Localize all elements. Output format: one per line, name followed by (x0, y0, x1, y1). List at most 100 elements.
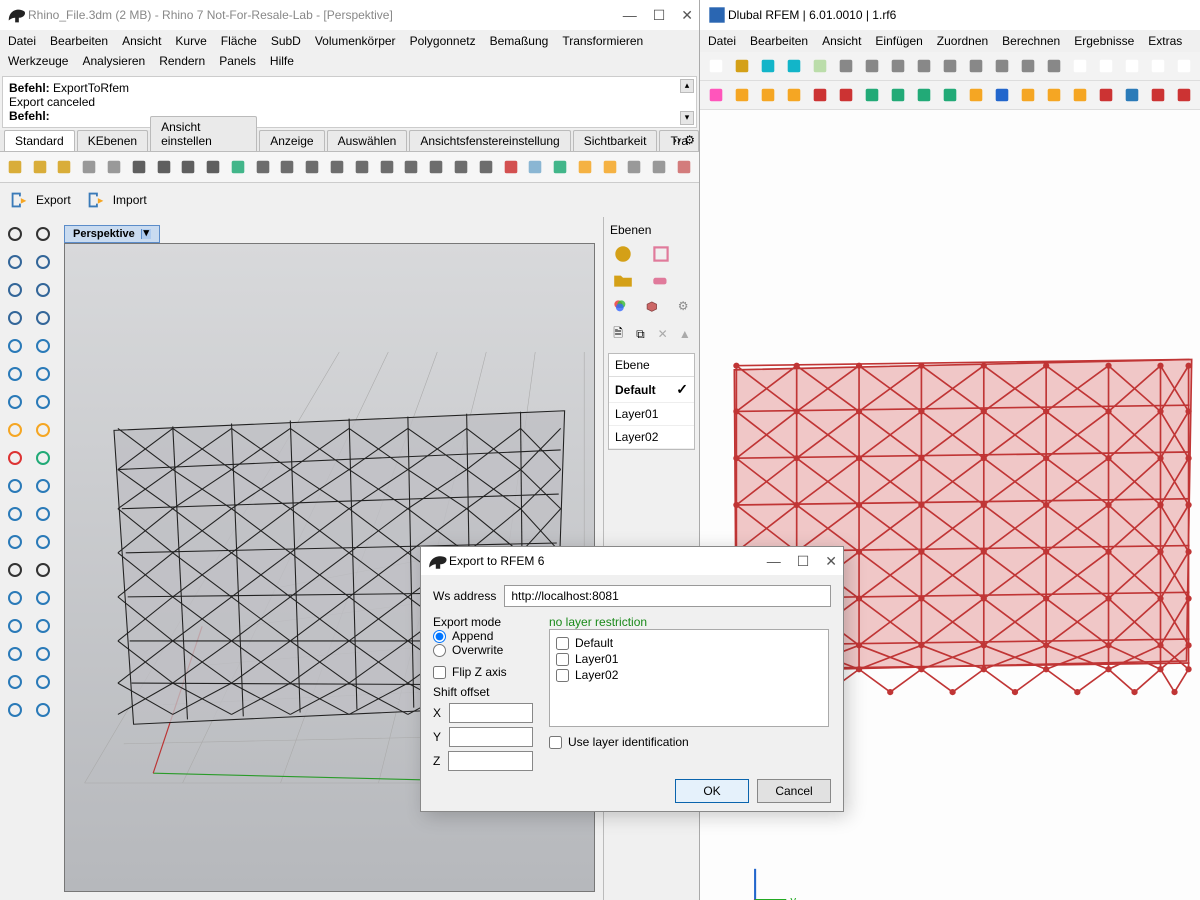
rfem-toolbar-icon[interactable] (1120, 83, 1144, 107)
rfem-toolbar-icon[interactable] (1042, 83, 1066, 107)
rfem-toolbar-icon[interactable] (886, 83, 910, 107)
rfem-toolbar-icon[interactable] (808, 54, 832, 78)
toolbar-icon[interactable] (574, 155, 596, 179)
mode-append-radio[interactable]: Append (433, 629, 533, 643)
layer-color-icon[interactable] (612, 243, 634, 265)
menu-item[interactable]: Zuordnen (937, 34, 988, 48)
toolbar-icon[interactable] (128, 155, 150, 179)
layer-row[interactable]: Layer01 (609, 403, 694, 426)
ribbon-tab[interactable]: Anzeige (259, 130, 324, 151)
menu-item[interactable]: Kurve (175, 34, 206, 48)
side-tool-icon[interactable] (2, 389, 28, 415)
rhino-command-area[interactable]: Befehl: ExportToRfem Export canceled Bef… (2, 76, 697, 128)
menu-item[interactable]: Fläche (221, 34, 257, 48)
toolbar-icon[interactable] (425, 155, 447, 179)
rfem-toolbar-icon[interactable] (730, 83, 754, 107)
toolbar-icon[interactable] (401, 155, 423, 179)
layer-delete-icon[interactable]: ✕ (655, 323, 671, 345)
menu-item[interactable]: Rendern (159, 54, 205, 68)
menu-item[interactable]: Datei (708, 34, 736, 48)
rfem-toolbar-icon[interactable] (1068, 54, 1092, 78)
menu-item[interactable]: Ansicht (822, 34, 861, 48)
layer-new-icon[interactable]: 🗎 (610, 323, 626, 345)
menu-item[interactable]: Bearbeiten (750, 34, 808, 48)
layer-folder-icon[interactable] (612, 269, 634, 291)
ribbon-tab[interactable]: Ansicht einstellen (150, 116, 257, 151)
side-tool-icon[interactable] (2, 221, 28, 247)
rfem-toolbar-icon[interactable] (886, 54, 910, 78)
window-minimize-icon[interactable]: — (623, 7, 637, 24)
offset-x-input[interactable] (449, 703, 533, 723)
side-tool-icon[interactable] (2, 641, 28, 667)
rfem-toolbar-icon[interactable] (860, 54, 884, 78)
rfem-toolbar-icon[interactable] (782, 83, 806, 107)
side-tool-icon[interactable] (30, 697, 56, 723)
viewport-dropdown-icon[interactable]: ▾ (141, 229, 151, 239)
rfem-toolbar-icon[interactable] (912, 83, 936, 107)
window-maximize-icon[interactable]: ☐ (653, 7, 666, 24)
layer-row[interactable]: Layer02 (609, 426, 694, 449)
toolbar-icon[interactable] (103, 155, 125, 179)
toolbar-icon[interactable] (549, 155, 571, 179)
rfem-toolbar-icon[interactable] (756, 54, 780, 78)
rfem-toolbar-icon[interactable] (1016, 54, 1040, 78)
ribbon-tab[interactable]: Auswählen (327, 130, 408, 151)
window-close-icon[interactable]: ✕ (681, 7, 693, 24)
rfem-toolbar-icon[interactable] (1094, 54, 1118, 78)
toolbar-icon[interactable] (475, 155, 497, 179)
side-tool-icon[interactable] (2, 669, 28, 695)
rfem-toolbar-icon[interactable] (782, 54, 806, 78)
menu-item[interactable]: Bearbeiten (50, 34, 108, 48)
toolbar-icon[interactable] (326, 155, 348, 179)
rfem-toolbar-icon[interactable] (756, 83, 780, 107)
toolbar-icon[interactable] (252, 155, 274, 179)
toolbar-icon[interactable] (376, 155, 398, 179)
side-tool-icon[interactable] (30, 361, 56, 387)
side-tool-icon[interactable] (2, 557, 28, 583)
mode-overwrite-radio[interactable]: Overwrite (433, 643, 533, 657)
rfem-toolbar-icon[interactable] (964, 54, 988, 78)
import-button[interactable]: Import (85, 189, 147, 211)
menu-item[interactable]: Einfügen (875, 34, 922, 48)
side-tool-icon[interactable] (2, 249, 28, 275)
rfem-toolbar-icon[interactable] (704, 83, 728, 107)
toolbar-icon[interactable] (177, 155, 199, 179)
menu-item[interactable]: Extras (1148, 34, 1182, 48)
side-tool-icon[interactable] (30, 389, 56, 415)
side-tool-icon[interactable] (2, 361, 28, 387)
toolbar-icon[interactable] (202, 155, 224, 179)
toolbar-icon[interactable] (351, 155, 373, 179)
rfem-toolbar-icon[interactable] (912, 54, 936, 78)
side-tool-icon[interactable] (30, 249, 56, 275)
scroll-up-icon[interactable]: ▴ (680, 79, 694, 93)
menu-item[interactable]: Berechnen (1002, 34, 1060, 48)
side-tool-icon[interactable] (2, 473, 28, 499)
rfem-toolbar-icon[interactable] (1016, 83, 1040, 107)
layer-copy-icon[interactable]: ⧉ (632, 323, 648, 345)
layer-checkbox[interactable]: Layer01 (556, 652, 822, 666)
layer-eraser-icon[interactable] (650, 269, 672, 291)
ws-address-input[interactable] (504, 585, 831, 607)
menu-item[interactable]: Ansicht (122, 34, 161, 48)
rfem-toolbar-icon[interactable] (938, 54, 962, 78)
side-tool-icon[interactable] (30, 529, 56, 555)
side-tool-icon[interactable] (2, 417, 28, 443)
side-tool-icon[interactable] (2, 697, 28, 723)
rfem-toolbar-icon[interactable] (704, 54, 728, 78)
menu-item[interactable]: Datei (8, 34, 36, 48)
side-tool-icon[interactable] (2, 613, 28, 639)
rfem-toolbar-icon[interactable] (834, 54, 858, 78)
toolbar-icon[interactable] (673, 155, 695, 179)
menu-item[interactable]: Werkzeuge (8, 54, 68, 68)
toolbar-icon[interactable] (599, 155, 621, 179)
side-tool-icon[interactable] (2, 445, 28, 471)
dialog-close-icon[interactable]: ✕ (825, 553, 837, 570)
rfem-toolbar-icon[interactable] (1146, 54, 1170, 78)
side-tool-icon[interactable] (30, 277, 56, 303)
menu-item[interactable]: Analysieren (82, 54, 145, 68)
toolbar-icon[interactable] (500, 155, 522, 179)
rfem-toolbar-icon[interactable] (964, 83, 988, 107)
toolbar-icon[interactable] (277, 155, 299, 179)
rfem-toolbar-icon[interactable] (834, 83, 858, 107)
side-tool-icon[interactable] (30, 613, 56, 639)
